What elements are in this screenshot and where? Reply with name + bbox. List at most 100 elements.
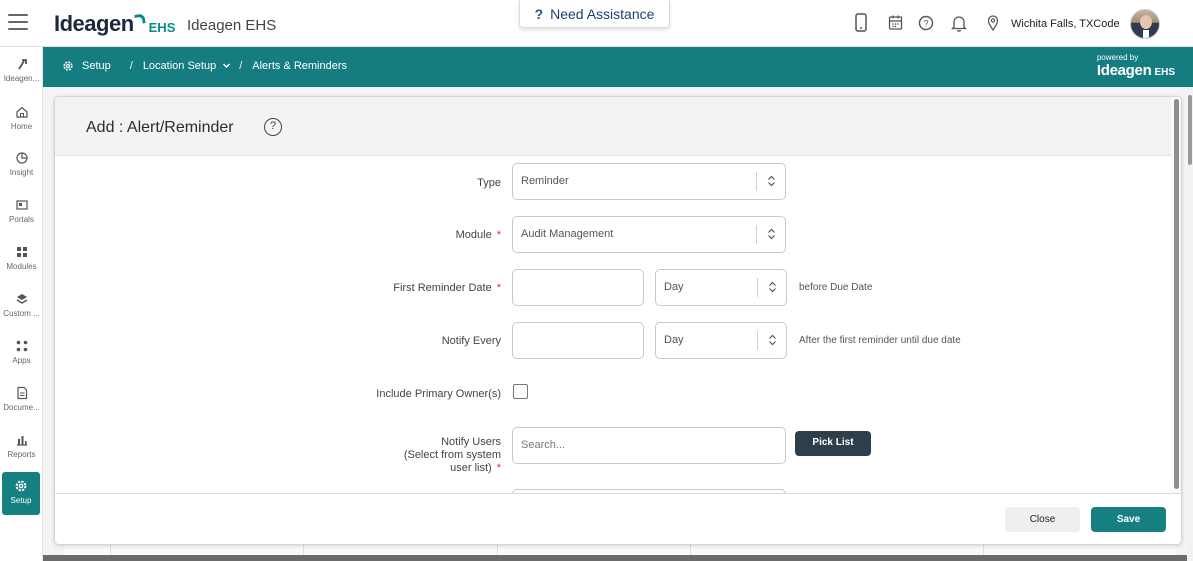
first-reminder-unit-value: Day <box>664 281 684 293</box>
notify-every-label: Notify Every <box>355 335 501 347</box>
first-reminder-after-text: before Due Date <box>799 282 873 293</box>
select-divider <box>756 225 757 244</box>
page-scrollbar-thumb[interactable] <box>1188 95 1192 165</box>
portal-icon <box>15 200 28 210</box>
modal-scrollbar[interactable] <box>1171 97 1181 544</box>
select-divider <box>757 278 758 297</box>
top-bar: Ideagen EHS Ideagen EHS ? Need Assistanc… <box>0 0 1193 47</box>
document-icon <box>16 386 27 400</box>
notify-every-unit-select[interactable]: Day <box>655 322 787 359</box>
ideagen-logo[interactable]: Ideagen EHS <box>54 10 175 38</box>
calendar-icon[interactable] <box>888 13 906 33</box>
sidebar-item-label: Portals <box>9 215 34 224</box>
sidebar-item-modules[interactable]: Modules <box>0 245 43 289</box>
notify-every-input[interactable] <box>512 322 644 359</box>
sidebar-item-documents[interactable]: Docume... <box>0 386 43 430</box>
sidebar-item-home[interactable]: Home <box>0 105 43 149</box>
breadcrumb-alerts-reminders: Alerts & Reminders <box>252 60 348 72</box>
up-down-chevron-icon <box>767 217 776 252</box>
pie-chart-icon <box>15 152 28 164</box>
notify-users-label-line1: Notify Users <box>441 436 501 448</box>
breadcrumb-separator: / <box>239 60 243 72</box>
sidebar-item-label: Ideagen... <box>3 74 40 83</box>
notify-every-unit-value: Day <box>664 334 684 346</box>
sidebar-item-insight[interactable]: Insight <box>0 151 43 195</box>
required-mark: * <box>496 282 501 294</box>
help-icon[interactable]: ? <box>264 118 282 136</box>
up-down-chevron-icon <box>768 323 777 358</box>
question-icon: ? <box>534 5 544 22</box>
powered-logo-text: Ideagen <box>1096 62 1152 79</box>
first-reminder-date-label: First Reminder Date * <box>305 282 501 294</box>
sidebar-item-ideagen[interactable]: Ideagen... <box>0 57 43 101</box>
mobile-icon[interactable] <box>854 13 872 33</box>
include-primary-owner-checkbox[interactable] <box>513 384 528 399</box>
modal-title: Add : Alert/Reminder <box>86 119 234 136</box>
notify-users-label-line3: user list) <box>450 462 492 474</box>
logo-text: Ideagen <box>54 11 134 36</box>
sidebar-item-label: Home <box>10 122 33 131</box>
sidebar-item-label: Setup <box>10 496 32 505</box>
pick-list-button[interactable]: Pick List <box>795 431 871 456</box>
notify-users-search-input[interactable]: Search... <box>512 427 786 464</box>
page-bottom-edge <box>43 555 1193 561</box>
notify-every-label-text: Notify Every <box>441 335 501 347</box>
notify-users-label-line2: (Select from system <box>403 449 501 461</box>
logo-mark-icon <box>135 12 145 22</box>
sidebar-item-reports[interactable]: Reports <box>0 433 43 477</box>
apps-icon <box>16 340 27 352</box>
bar-chart-icon <box>16 436 27 446</box>
hamburger-menu-icon[interactable] <box>8 14 28 32</box>
breadcrumb-location-setup[interactable]: Location Setup <box>143 60 216 72</box>
help-circle-icon[interactable]: ? <box>918 13 936 33</box>
user-avatar[interactable] <box>1130 9 1160 39</box>
grid-icon <box>16 247 27 257</box>
need-assistance-button[interactable]: ? Need Assistance <box>519 0 670 28</box>
type-label: Type <box>385 177 501 189</box>
chevron-down-icon[interactable] <box>222 61 231 72</box>
module-select[interactable]: Audit Management <box>512 216 786 253</box>
notify-users-label: Notify Users (Select from system user li… <box>355 436 501 475</box>
powered-logo-sub: EHS <box>1154 67 1175 78</box>
sidebar-item-apps[interactable]: Apps <box>0 339 43 383</box>
required-mark: * <box>496 462 501 474</box>
first-reminder-unit-select[interactable]: Day <box>655 269 787 306</box>
breadcrumb-setup[interactable]: Setup <box>82 60 111 72</box>
module-label: Module * <box>355 229 501 241</box>
powered-by-text: powered by <box>1096 53 1139 62</box>
select-divider <box>757 331 758 350</box>
bell-icon[interactable] <box>950 13 969 33</box>
sidebar-item-label: Apps <box>12 356 31 365</box>
first-reminder-date-input[interactable] <box>512 269 644 306</box>
save-button[interactable]: Save <box>1091 507 1166 532</box>
module-select-value: Audit Management <box>521 228 614 240</box>
breadcrumb: Setup / Location Setup / Alerts & Remind… <box>62 60 347 72</box>
sidebar-item-custom[interactable]: Custom ... <box>0 292 43 336</box>
close-button[interactable]: Close <box>1005 507 1080 532</box>
modal-scrollbar-thumb[interactable] <box>1174 99 1179 489</box>
type-select-value: Reminder <box>521 175 569 187</box>
up-down-chevron-icon <box>768 270 777 305</box>
location-pin-icon[interactable] <box>986 13 1004 33</box>
type-label-text: Type <box>477 177 501 189</box>
app-title: Ideagen EHS <box>187 17 277 34</box>
need-assistance-label: Need Assistance <box>550 5 655 22</box>
location-selector[interactable]: Wichita Falls, TXCode <box>1011 18 1120 30</box>
sidebar-item-label: Custom ... <box>3 309 40 318</box>
svg-text:?: ? <box>923 19 928 29</box>
gear-icon <box>63 61 73 71</box>
breadcrumb-separator: / <box>129 60 133 72</box>
include-primary-owner-label: Include Primary Owner(s) <box>305 388 501 400</box>
ideagen-icon <box>17 59 27 70</box>
breadcrumb-bar: Setup / Location Setup / Alerts & Remind… <box>43 47 1193 87</box>
home-icon <box>15 106 28 118</box>
sidebar-item-label: Modules <box>6 262 37 271</box>
sidebar-item-setup[interactable]: Setup <box>2 472 40 515</box>
notify-every-after-text: After the first reminder until due date <box>799 335 961 346</box>
gear-icon <box>15 480 27 492</box>
add-alert-reminder-modal: Add : Alert/Reminder ? Type Reminder Mod… <box>54 96 1182 545</box>
modal-header: Add : Alert/Reminder ? <box>55 97 1181 156</box>
type-select[interactable]: Reminder <box>512 163 786 200</box>
sidebar-item-portals[interactable]: Portals <box>0 198 43 242</box>
required-mark: * <box>496 229 501 241</box>
